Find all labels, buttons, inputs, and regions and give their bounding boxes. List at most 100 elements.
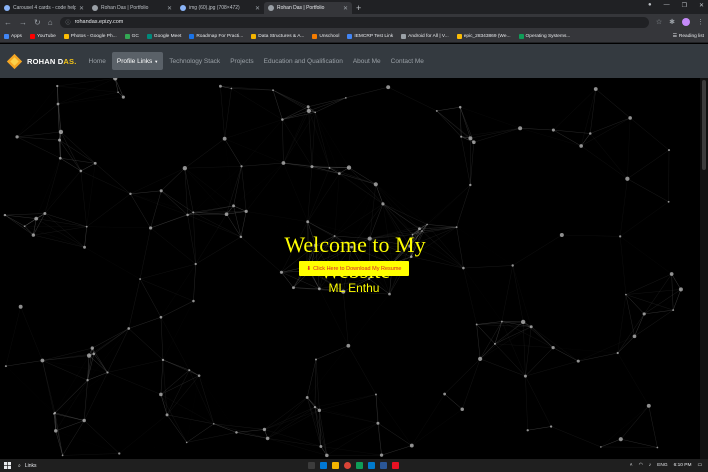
bookmark-item[interactable]: Google Meet [146, 33, 181, 39]
bookmark-item[interactable]: Unschool [312, 33, 339, 39]
browser-tab-2[interactable]: Rohan Das | Portfolio ✕ [88, 2, 176, 14]
download-resume-button[interactable]: ⬇ Click Here to Download My Resume [299, 261, 409, 276]
network-link [85, 228, 151, 247]
network-link [316, 360, 376, 395]
network-link [346, 98, 349, 168]
network-link [213, 423, 268, 439]
bookmark-item[interactable]: Photos - Google Ph... [63, 33, 117, 39]
bookmark-item[interactable]: YouTube [29, 33, 56, 39]
brand[interactable]: ROHAN DAS. [6, 53, 77, 70]
network-link [58, 104, 95, 163]
network-link [525, 375, 552, 427]
clock[interactable]: 6:10 PM [674, 463, 692, 468]
network-link [225, 90, 273, 139]
chevron-up-icon[interactable]: ˄ [630, 463, 633, 468]
new-tab-icon[interactable]: + [356, 3, 361, 13]
volume-icon[interactable]: ♪ [649, 463, 651, 468]
vscode-icon[interactable] [368, 462, 375, 469]
maximize-icon[interactable]: ❐ [682, 2, 687, 9]
reload-icon[interactable]: ↻ [34, 18, 41, 27]
bookmark-item[interactable]: Android for All | V... [401, 33, 449, 39]
minimize-icon[interactable]: — [664, 2, 670, 9]
nav-home[interactable]: Home [85, 52, 110, 70]
extensions-icon[interactable]: ✱ [669, 18, 675, 26]
bookmark-item[interactable]: Apps [4, 33, 22, 39]
back-icon[interactable]: ← [4, 18, 12, 27]
menu-icon[interactable]: ⋮ [697, 18, 704, 26]
classroom-icon [124, 33, 130, 39]
nav-about-me[interactable]: About Me [349, 52, 385, 70]
bookmark-item[interactable]: epic_28343869 (We... [456, 33, 511, 39]
info-icon[interactable]: ⓘ [66, 19, 71, 26]
file-explorer-icon[interactable] [332, 462, 339, 469]
window-close-icon[interactable]: ✕ [699, 2, 704, 9]
network-node [86, 353, 92, 358]
nav-education[interactable]: Education and Qualification [260, 52, 347, 70]
app-icon[interactable] [392, 462, 399, 469]
close-icon[interactable]: ✕ [167, 5, 172, 12]
network-node [159, 315, 163, 319]
scrollbar-thumb[interactable] [702, 80, 706, 170]
network-node [669, 272, 674, 276]
network-node [18, 304, 23, 309]
nav-profile-links[interactable]: Profile Links ▼ [111, 52, 164, 70]
network-link [382, 203, 413, 235]
bookmark-item[interactable]: Roadmap For Practi... [189, 33, 243, 39]
tab-favicon-icon [92, 5, 98, 11]
taskbar-search[interactable]: ⌕ Links [18, 463, 268, 469]
network-node [317, 287, 321, 291]
nav-projects[interactable]: Projects [226, 52, 257, 70]
network-node [306, 108, 311, 113]
nav-technology-stack[interactable]: Technology Stack [165, 52, 224, 70]
network-node [314, 111, 317, 114]
network-node [625, 293, 627, 296]
browser-tab-1[interactable]: Carousel 4 cards - code helper ✕ [0, 2, 88, 14]
home-icon[interactable]: ⌂ [48, 18, 53, 27]
network-link [411, 393, 445, 446]
site-navbar: ROHAN DAS. Home Profile Links ▼ Technolog… [0, 44, 708, 78]
meet-icon [146, 33, 152, 39]
wifi-icon[interactable]: ◠ [639, 463, 643, 468]
start-button[interactable] [0, 459, 14, 472]
network-link [648, 405, 658, 448]
network-link [42, 361, 107, 373]
network-link [151, 168, 185, 228]
network-node [106, 371, 109, 374]
bookmark-item[interactable]: GC [124, 33, 139, 39]
bookmark-item[interactable]: IEMCRP Test Link [347, 33, 393, 39]
network-link [388, 86, 437, 112]
notification-icon[interactable]: ▭ [697, 463, 702, 468]
profile-icon[interactable]: ● [648, 2, 652, 9]
browser-tab-4[interactable]: Rohan Das | Portfolio ✕ [264, 2, 352, 14]
bookmark-star-icon[interactable]: ☆ [656, 18, 662, 26]
avatar[interactable] [682, 18, 690, 26]
network-link [92, 328, 129, 349]
app-icon[interactable] [380, 462, 387, 469]
nav-contact-me[interactable]: Contact Me [387, 52, 428, 70]
network-link [114, 78, 124, 98]
forward-icon[interactable]: → [19, 18, 27, 27]
language-indicator[interactable]: ENG [657, 463, 667, 468]
reading-list[interactable]: ☰ Reading list [673, 34, 704, 39]
network-node [40, 358, 45, 363]
url-input[interactable]: ⓘ rohandas.epizy.com [59, 16, 649, 28]
close-icon[interactable]: ✕ [79, 5, 84, 12]
bookmark-item[interactable]: Operating Systems... [518, 33, 570, 39]
scrollbar[interactable] [700, 78, 708, 459]
edge-icon[interactable] [320, 462, 327, 469]
network-node [197, 374, 201, 377]
network-node [443, 392, 447, 396]
task-view-icon[interactable] [308, 462, 315, 469]
chrome-icon[interactable] [344, 462, 351, 469]
app-icon[interactable] [356, 462, 363, 469]
network-link [119, 442, 186, 453]
bookmark-label: epic_28343869 (We... [463, 33, 511, 39]
network-link [36, 170, 82, 219]
bookmark-item[interactable]: Data Structures & A... [251, 33, 304, 39]
browser-tab-3[interactable]: img (60).jpg (708×472) ✕ [176, 2, 264, 14]
close-icon[interactable]: ✕ [343, 5, 348, 12]
network-link [282, 110, 309, 120]
network-link [436, 110, 462, 137]
network-node [15, 135, 19, 139]
close-icon[interactable]: ✕ [255, 5, 260, 12]
